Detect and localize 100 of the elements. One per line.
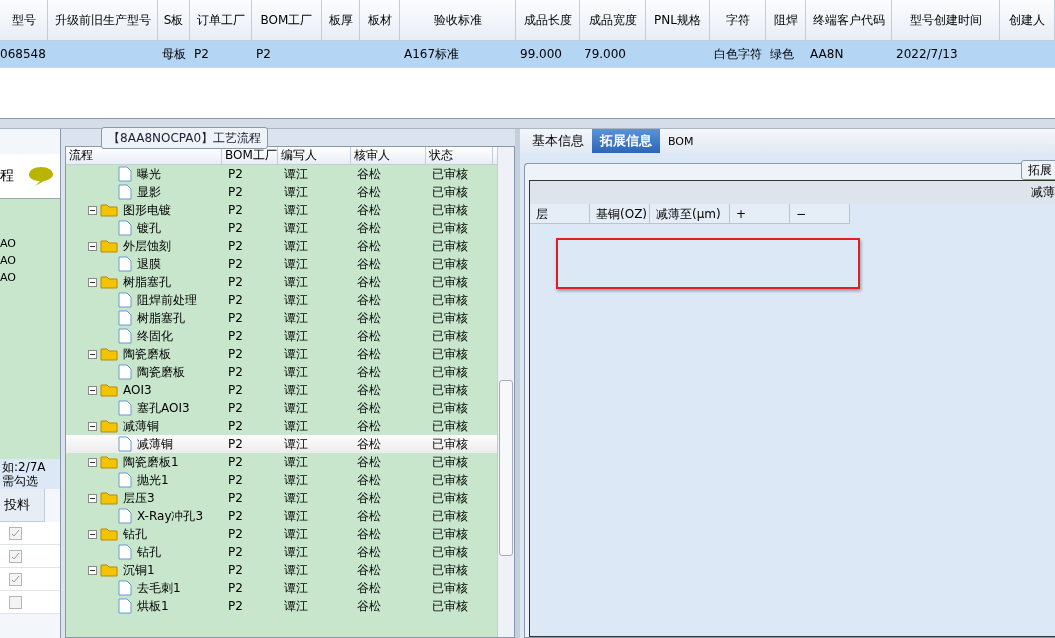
checkbox[interactable] bbox=[9, 526, 22, 540]
tree-row[interactable]: 退膜 P2 谭江 谷松 已审核 bbox=[66, 255, 497, 273]
collapse-icon[interactable] bbox=[88, 241, 97, 251]
list-item[interactable]: AO bbox=[0, 271, 60, 284]
tree-row[interactable]: 镀孔 P2 谭江 谷松 已审核 bbox=[66, 219, 497, 237]
tree-row[interactable]: 抛光1 P2 谭江 谷松 已审核 bbox=[66, 471, 497, 489]
folder-icon bbox=[100, 527, 118, 541]
checkbox[interactable] bbox=[9, 572, 22, 586]
tree-row[interactable]: 钻孔 P2 谭江 谷松 已审核 bbox=[66, 525, 497, 543]
tree-row[interactable]: 陶瓷磨板 P2 谭江 谷松 已审核 bbox=[66, 363, 497, 381]
collapse-icon[interactable] bbox=[88, 385, 97, 395]
column-header[interactable]: 阻焊 bbox=[766, 0, 806, 40]
tree-row[interactable]: 钻孔 P2 谭江 谷松 已审核 bbox=[66, 543, 497, 561]
tab[interactable]: 拓展信息 bbox=[592, 129, 660, 153]
tree-row[interactable]: 曝光 P2 谭江 谷松 已审核 bbox=[66, 165, 497, 183]
step-name: 外层蚀刻 bbox=[123, 237, 171, 255]
collapse-icon[interactable] bbox=[88, 529, 97, 539]
tree-row[interactable]: 陶瓷磨板 P2 谭江 谷松 已审核 bbox=[66, 345, 497, 363]
column-header[interactable]: 订单工厂 bbox=[190, 0, 252, 40]
table-cell-text: 谭江 bbox=[283, 525, 309, 543]
tree-row[interactable]: 去毛刺1 P2 谭江 谷松 已审核 bbox=[66, 579, 497, 597]
tab[interactable]: BOM bbox=[660, 129, 702, 153]
tree-row[interactable]: 层压3 P2 谭江 谷松 已审核 bbox=[66, 489, 497, 507]
tree-row[interactable]: 外层蚀刻 P2 谭江 谷松 已审核 bbox=[66, 237, 497, 255]
column-header[interactable]: 升级前旧生产型号 bbox=[48, 0, 158, 40]
column-header[interactable]: BOM工厂 bbox=[252, 0, 322, 40]
document-icon bbox=[118, 220, 132, 236]
check-icon bbox=[11, 574, 20, 584]
tree-row[interactable]: 树脂塞孔 P2 谭江 谷松 已审核 bbox=[66, 273, 497, 291]
column-header[interactable]: BOM工厂 bbox=[222, 147, 278, 164]
column-header[interactable]: S板 bbox=[158, 0, 190, 40]
table-cell-text: 已审核 bbox=[431, 399, 469, 417]
tree-row[interactable]: 塞孔AOI3 P2 谭江 谷松 已审核 bbox=[66, 399, 497, 417]
tree-row[interactable]: 图形电镀 P2 谭江 谷松 已审核 bbox=[66, 201, 497, 219]
list-item[interactable]: AO bbox=[0, 254, 60, 267]
column-header[interactable]: 板材 bbox=[360, 0, 400, 40]
collapse-icon[interactable] bbox=[88, 277, 97, 287]
table-cell-text: 谷松 bbox=[356, 291, 382, 309]
column-header[interactable]: − bbox=[790, 204, 850, 224]
tab[interactable]: 基本信息 bbox=[524, 129, 592, 153]
table-cell-text: 谷松 bbox=[356, 183, 382, 201]
column-header[interactable]: 基铜(OZ) bbox=[590, 204, 650, 224]
tree-row[interactable]: 陶瓷磨板1 P2 谭江 谷松 已审核 bbox=[66, 453, 497, 471]
checkbox[interactable] bbox=[9, 549, 22, 563]
scrollbar[interactable] bbox=[497, 147, 514, 637]
column-header[interactable]: 验收标准 bbox=[400, 0, 516, 40]
checkbox[interactable] bbox=[9, 595, 22, 609]
collapse-icon[interactable] bbox=[88, 349, 97, 359]
hint-text: 如:2/7A bbox=[2, 460, 47, 474]
table-cell-text: P2 bbox=[227, 167, 244, 181]
collapse-icon[interactable] bbox=[88, 421, 97, 431]
table-cell-text: 已审核 bbox=[431, 435, 469, 453]
collapse-icon[interactable] bbox=[88, 565, 97, 575]
list-item[interactable]: AO bbox=[0, 237, 60, 250]
table-cell-text: 谷松 bbox=[356, 345, 382, 363]
column-header[interactable]: PNL规格 bbox=[646, 0, 710, 40]
column-header[interactable]: 板厚 bbox=[322, 0, 360, 40]
tree-row[interactable]: 阻焊前处理 P2 谭江 谷松 已审核 bbox=[66, 291, 497, 309]
collapse-icon[interactable] bbox=[88, 493, 97, 503]
column-header[interactable]: 流程 bbox=[66, 147, 222, 164]
collapse-icon[interactable] bbox=[88, 457, 97, 467]
table-cell-text: P2 bbox=[227, 365, 244, 379]
table-cell-text: 谷松 bbox=[356, 417, 382, 435]
tree-row[interactable]: 减薄铜 P2 谭江 谷松 已审核 bbox=[66, 435, 497, 453]
tree-row[interactable]: AOI3 P2 谭江 谷松 已审核 bbox=[66, 381, 497, 399]
group-button[interactable]: 拓展 bbox=[1021, 160, 1055, 180]
document-icon bbox=[118, 310, 132, 326]
tree-row[interactable]: 终固化 P2 谭江 谷松 已审核 bbox=[66, 327, 497, 345]
table-cell-text: 已审核 bbox=[431, 525, 469, 543]
tree-row[interactable]: X-Ray冲孔3 P2 谭江 谷松 已审核 bbox=[66, 507, 497, 525]
tree-row[interactable]: 沉铜1 P2 谭江 谷松 已审核 bbox=[66, 561, 497, 579]
tree-row[interactable]: 树脂塞孔 P2 谭江 谷松 已审核 bbox=[66, 309, 497, 327]
column-header[interactable]: 成品宽度 bbox=[580, 0, 646, 40]
column-header[interactable]: 编写人 bbox=[278, 147, 351, 164]
table-row[interactable]: 068548 母板 P2 P2 A167标准 99.000 79.000 白色字符 绿色 AA8N 2022/7/13 bbox=[0, 41, 1055, 68]
column-header[interactable]: 层 bbox=[530, 204, 590, 224]
column-header[interactable]: 创建人 bbox=[1000, 0, 1055, 40]
column-header[interactable]: 型号 bbox=[0, 0, 48, 40]
column-header[interactable]: 成品长度 bbox=[516, 0, 580, 40]
column-header[interactable]: 型号创建时间 bbox=[892, 0, 1000, 40]
column-header[interactable]: + bbox=[730, 204, 790, 224]
tree-row[interactable]: 减薄铜 P2 谭江 谷松 已审核 bbox=[66, 417, 497, 435]
document-icon bbox=[118, 166, 132, 182]
folder-icon bbox=[100, 383, 118, 397]
column-header[interactable]: 状态 bbox=[426, 147, 493, 164]
column-header[interactable]: 终端客户代码 bbox=[806, 0, 892, 40]
tree-row[interactable]: 烘板1 P2 谭江 谷松 已审核 bbox=[66, 597, 497, 615]
table-cell-text: 已审核 bbox=[431, 507, 469, 525]
column-header[interactable]: 核审人 bbox=[351, 147, 426, 164]
table-cell-text: 已审核 bbox=[431, 183, 469, 201]
table-cell-text: 谷松 bbox=[356, 201, 382, 219]
tree-row[interactable]: 显影 P2 谭江 谷松 已审核 bbox=[66, 183, 497, 201]
column-header[interactable]: 投料 bbox=[0, 489, 45, 522]
table-cell-text: P2 bbox=[227, 599, 244, 613]
collapse-icon[interactable] bbox=[88, 205, 97, 215]
table-cell-text: 谭江 bbox=[283, 237, 309, 255]
table-cell-text: 谷松 bbox=[356, 471, 382, 489]
column-header[interactable]: 减薄至(μm) bbox=[650, 204, 730, 224]
column-header[interactable]: 字符 bbox=[710, 0, 766, 40]
table-cell-text: P2 bbox=[227, 347, 244, 361]
